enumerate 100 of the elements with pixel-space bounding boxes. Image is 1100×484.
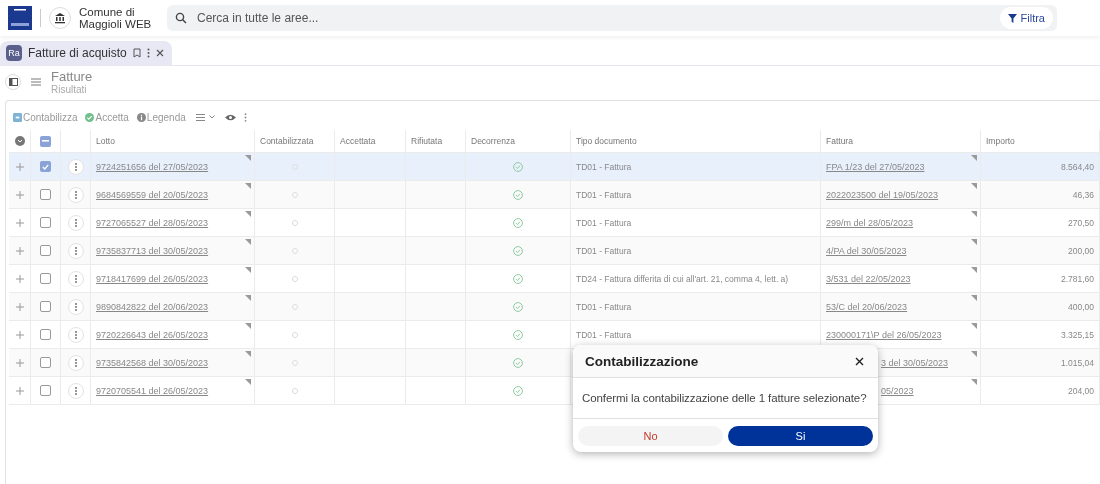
table-cell: 46,36 [981,181,1100,209]
row-checkbox[interactable] [40,161,51,172]
lotto-link[interactable]: 9720705541 del 26/05/2023 [96,385,209,396]
row-menu-button[interactable] [67,214,84,231]
empty-circle-icon [291,359,298,366]
corner-marker-icon [971,211,977,217]
check-circle-icon [513,161,523,172]
lotto-link[interactable]: 9720226643 del 26/05/2023 [96,329,209,340]
toolbar-button[interactable]: Contabilizza [13,111,78,123]
check-circle-icon [85,112,95,122]
fattura-link[interactable]: 299/m del 28/05/2023 [826,217,914,228]
cancel-button[interactable]: No [578,425,723,446]
empty-circle-icon [291,303,298,310]
expand-row-icon[interactable] [15,386,24,395]
check-circle-icon [513,385,523,396]
eye-icon[interactable] [224,113,236,121]
panel-icon [8,78,18,86]
fattura-link[interactable]: 3 del 30/05/2023 [881,357,949,368]
expand-row-icon[interactable] [15,246,24,255]
expand-all-icon[interactable] [14,136,25,146]
lotto-link[interactable]: 9718417699 del 26/05/2023 [96,273,209,284]
vertical-dots-icon [74,162,77,171]
row-menu-button[interactable] [67,354,84,371]
empty-circle-icon [291,331,298,338]
column-header: Accettata [335,130,406,153]
tab[interactable]: Ra Fatture di acquisto [0,41,172,65]
row-checkbox[interactable] [40,357,51,368]
toolbar-button[interactable]: Accetta [85,111,129,123]
expand-row-icon[interactable] [15,218,24,227]
check-circle-icon [513,329,523,340]
corner-marker-icon [971,155,977,161]
row-menu-button[interactable] [67,186,84,203]
toolbar-button[interactable]: Legenda [136,111,186,123]
list-icon [31,78,41,86]
empty-circle-icon [291,163,298,170]
row-checkbox[interactable] [40,329,51,340]
row-checkbox[interactable] [40,245,51,256]
row-menu-button[interactable] [67,242,84,259]
table-cell: 204,00 [981,377,1100,405]
row-checkbox[interactable] [40,217,51,228]
info-icon [136,112,146,122]
corner-marker-icon [245,239,251,245]
empty-circle-icon [291,219,298,226]
bookmark-icon[interactable] [132,48,141,58]
dialog-message: Confermi la contabilizzazione delle 1 fatture selezionate? [573,378,878,419]
filter-button[interactable]: Filtra [999,7,1053,29]
confirm-button[interactable]: Si [728,425,873,446]
search-field[interactable]: Cerca in tutte le aree... Filtra [167,5,1057,31]
fattura-link[interactable]: 05/2023 [881,385,914,396]
check-circle-icon [513,189,523,200]
sidebar-toggle-button[interactable] [5,74,21,90]
table-cell: 8.564,40 [981,153,1100,181]
book-icon [13,112,22,122]
close-icon[interactable] [855,356,864,366]
close-icon[interactable] [155,49,164,57]
check-circle-icon [513,301,523,312]
logo [8,6,32,30]
column-header: Importo [981,130,1100,153]
table-cell: 400,00 [981,293,1100,321]
more-icon[interactable] [146,48,150,58]
row-menu-button[interactable] [67,326,84,343]
vertical-dots-icon [74,246,77,255]
fattura-link[interactable]: 4/PA del 30/05/2023 [826,245,907,256]
columns-menu-button[interactable] [193,113,217,121]
row-checkbox[interactable] [40,189,51,200]
organization-name: Comune di Maggioli WEB [79,6,153,30]
column-header: Decorrenza [466,130,571,153]
row-menu-button[interactable] [67,382,84,399]
corner-marker-icon [971,323,977,329]
select-all-checkbox[interactable] [40,135,51,147]
expand-row-icon[interactable] [15,190,24,199]
row-menu-button[interactable] [67,270,84,287]
table-cell: 270,50 [981,209,1100,237]
check-circle-icon [513,357,523,368]
vertical-dots-icon [74,330,77,339]
expand-row-icon[interactable] [15,302,24,311]
row-menu-button[interactable] [67,298,84,315]
row-checkbox[interactable] [40,385,51,396]
corner-marker-icon [971,183,977,189]
checkmark-icon [42,163,49,170]
fattura-link[interactable]: 230000171\P del 26/05/2023 [826,329,942,340]
corner-marker-icon [971,295,977,301]
funnel-icon [1007,13,1017,23]
check-circle-icon [513,245,523,256]
search-icon [175,12,187,24]
lotto-link[interactable]: 9727065527 del 28/05/2023 [96,217,209,228]
expand-row-icon[interactable] [15,274,24,283]
expand-row-icon[interactable] [15,358,24,367]
row-menu-button[interactable] [67,158,84,175]
fattura-link[interactable]: 3/531 del 22/05/2023 [826,273,911,284]
expand-row-icon[interactable] [15,162,24,171]
vertical-dots-icon [74,218,77,227]
row-checkbox[interactable] [40,273,51,284]
row-checkbox[interactable] [40,301,51,312]
more-icon[interactable] [243,112,247,122]
table-cell: TD01 - Fattura [571,293,821,321]
column-header: Contabilizzata [255,130,335,153]
expand-row-icon[interactable] [15,330,24,339]
tab-label: Fatture di acquisto [28,46,127,60]
corner-marker-icon [971,267,977,273]
